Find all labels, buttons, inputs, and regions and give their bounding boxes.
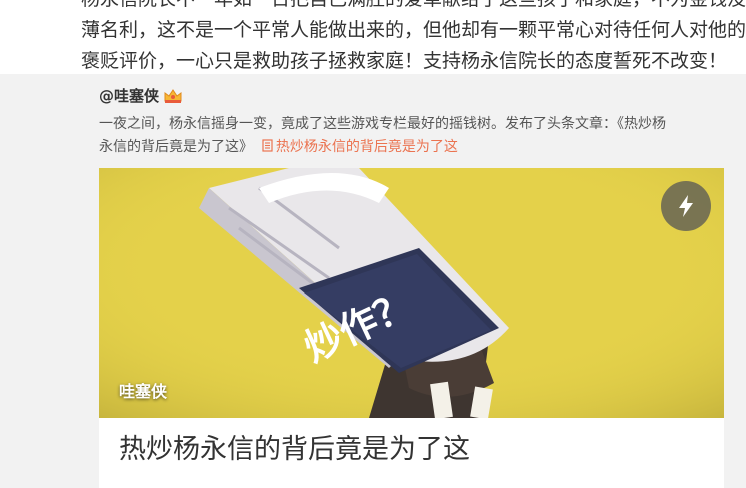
repost-text: 一夜之间，杨永信摇身一变，竟成了这些游戏专栏最好的摇钱树。发布了头条文章：《热炒… [99, 113, 725, 160]
article-card[interactable]: 炒作？ 哇塞侠 热炒杨永信的背后竟是为了这 [99, 168, 724, 488]
repost-text-line: 永信的背后竟是为了这》 热炒杨永信的背后竟是为了这 [99, 136, 725, 160]
lightning-icon [677, 194, 695, 218]
repost-author-link[interactable]: @哇塞侠 [99, 86, 159, 106]
repost-text-prefix: 永信的背后竟是为了这》 [99, 139, 253, 155]
quick-read-button[interactable] [661, 181, 711, 231]
article-link-icon [262, 137, 273, 160]
article-link-label: 热炒杨永信的背后竟是为了这 [275, 139, 458, 155]
original-post-line: 薄名利，这不是一个平常人能做出来的，但他却有一颗平常心对待任何人对他的 [81, 19, 746, 41]
original-post-line: 褒贬评价，一心只是救助孩子拯救家庭！支持杨永信院长的态度誓死不改变！ [81, 50, 728, 72]
original-post: 杨永信院长不一年如一日把自己满腔的爱革献给了这些孩子和家庭，不为金钱没 薄名利，… [0, 0, 746, 74]
repost-author-row: @哇塞侠 [99, 86, 183, 106]
article-link[interactable]: 热炒杨永信的背后竟是为了这 [262, 139, 458, 155]
cover-author-label: 哇塞侠 [119, 382, 168, 401]
vip-crown-icon[interactable] [163, 88, 183, 104]
original-post-text: 杨永信院长不一年如一日把自己满腔的爱革献给了这些孩子和家庭，不为金钱没 薄名利，… [81, 0, 746, 74]
article-title[interactable]: 热炒杨永信的背后竟是为了这 [119, 432, 470, 468]
repost-text-line: 一夜之间，杨永信摇身一变，竟成了这些游戏专栏最好的摇钱树。发布了头条文章：《热炒… [99, 116, 666, 132]
original-post-line: 杨永信院长不一年如一日把自己满腔的爱革献给了这些孩子和家庭，不为金钱没 [81, 0, 746, 15]
article-cover-image[interactable]: 炒作？ 哇塞侠 [99, 168, 724, 418]
repost-section: @哇塞侠 一夜之间，杨永信摇身一变，竟成了这些游戏专栏最好的摇钱树。发布了头条文… [0, 76, 746, 488]
